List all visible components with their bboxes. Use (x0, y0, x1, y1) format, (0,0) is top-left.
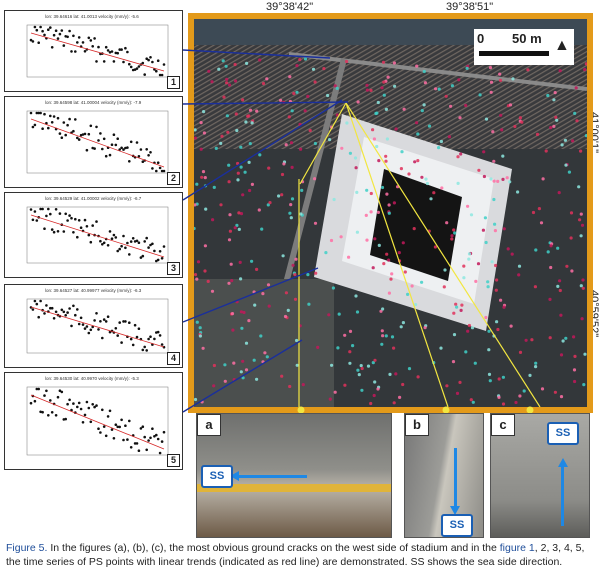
connector-1 (182, 49, 331, 59)
caption-label: Figure 5. (6, 542, 48, 554)
figure-caption: Figure 5. In the figures (a), (b), (c), … (6, 541, 596, 569)
sea-direction-arrow-b (454, 448, 457, 508)
caption-figure-link[interactable]: figure 1 (500, 542, 535, 554)
caption-text-1: In the figures (a), (b), (c), the most o… (47, 542, 500, 554)
photo-b: b SS (404, 413, 484, 538)
sea-direction-arrow-c (561, 466, 564, 526)
photo-label-a: a (197, 414, 221, 436)
photo-label-c: c (491, 414, 515, 436)
photo-a: a SS (196, 413, 392, 538)
figure: lon: 39.64616 lat: 41.0013 velocity (mm/… (0, 0, 600, 538)
photo-c: c SS (490, 413, 590, 538)
connector-3 (182, 99, 343, 201)
sea-direction-arrow-a (237, 475, 307, 478)
connector-5 (182, 339, 303, 413)
ss-label-b: SS (441, 514, 473, 537)
photo-label-b: b (405, 414, 429, 436)
connector-2 (182, 101, 349, 105)
ss-label-c: SS (547, 422, 579, 445)
connector-4 (182, 267, 319, 323)
ss-label-a: SS (201, 465, 233, 488)
